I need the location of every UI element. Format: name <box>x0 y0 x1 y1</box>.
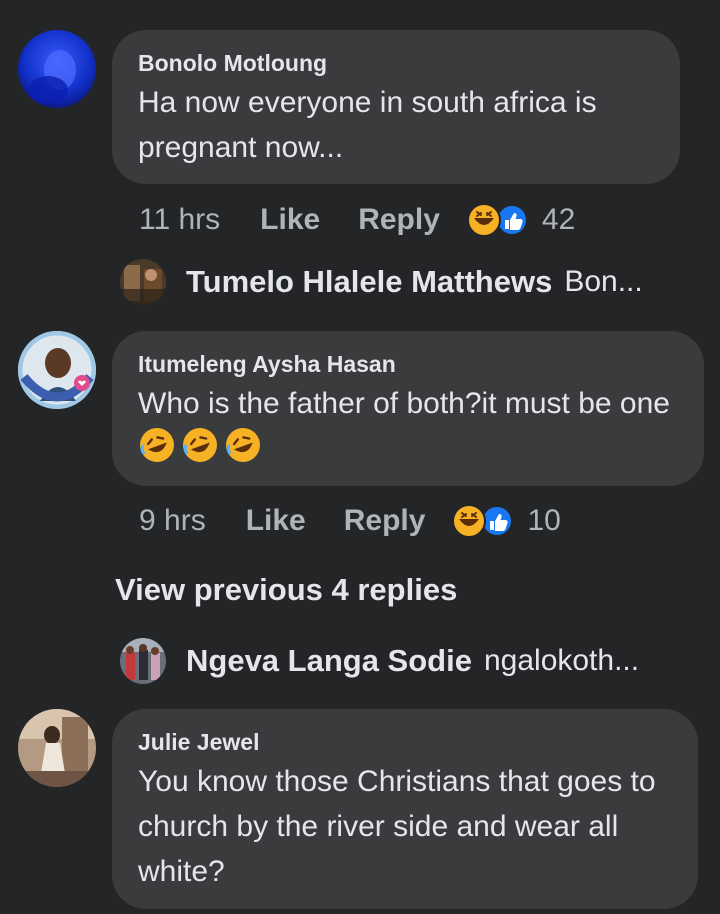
comment-timestamp[interactable]: 9 hrs <box>139 504 206 538</box>
reply-author[interactable]: Ngeva Langa Sodie <box>186 643 472 679</box>
comment-text: Ha now everyone in south africa is pregn… <box>138 86 597 164</box>
avatar-julie[interactable] <box>18 709 96 787</box>
comment-actions: 9 hrs Like Reply 10 <box>139 501 561 541</box>
avatar-bonolo[interactable] <box>18 30 96 108</box>
view-previous-replies-link[interactable]: View previous 4 replies <box>115 572 457 608</box>
comment-text: You know those Christians that goes to c… <box>138 765 656 888</box>
comment-author[interactable]: Itumeleng Aysha Hasan <box>138 349 678 379</box>
reaction-count[interactable]: 10 <box>527 504 560 538</box>
avatar-itumeleng[interactable] <box>18 331 96 409</box>
reply-preview-text: Bon... <box>564 265 643 298</box>
avatar-ngeva[interactable] <box>120 638 166 684</box>
comment-text: Who is the father of both?it must be one <box>138 381 678 477</box>
comment-author[interactable]: Bonolo Motloung <box>138 48 654 78</box>
haha-like-icon <box>452 504 514 538</box>
comment-actions: 11 hrs Like Reply 42 <box>139 200 575 240</box>
haha-like-icon <box>466 203 528 237</box>
reactions-summary[interactable] <box>451 503 514 539</box>
reply-preview[interactable]: Tumelo Hlalele Matthews Bon... <box>120 259 643 305</box>
avatar-tumelo[interactable] <box>120 259 166 305</box>
comment-bubble-itumeleng: Itumeleng Aysha Hasan Who is the father … <box>112 331 704 486</box>
reply-preview-text: ngalokoth... <box>483 644 640 677</box>
reply-author[interactable]: Tumelo Hlalele Matthews <box>186 264 552 300</box>
rofl-emoji-icon <box>140 428 260 462</box>
comment-bubble-julie: Julie Jewel You know those Christians th… <box>112 709 698 909</box>
like-button[interactable]: Like <box>246 504 306 538</box>
reply-preview[interactable]: Ngeva Langa Sodie ngalokoth... <box>120 638 639 684</box>
reply-button[interactable]: Reply <box>358 203 440 237</box>
reply-button[interactable]: Reply <box>344 504 426 538</box>
comment-timestamp[interactable]: 11 hrs <box>139 203 220 237</box>
comments-thread: Bonolo Motloung Ha now everyone in south… <box>0 0 720 914</box>
comment-author[interactable]: Julie Jewel <box>138 727 672 757</box>
reactions-summary[interactable] <box>466 202 528 238</box>
rofl-emoji-group <box>138 426 262 477</box>
comment-text-content: Who is the father of both?it must be one <box>138 387 670 420</box>
like-button[interactable]: Like <box>260 203 320 237</box>
reaction-count[interactable]: 42 <box>542 203 575 237</box>
comment-bubble-bonolo: Bonolo Motloung Ha now everyone in south… <box>112 30 680 184</box>
